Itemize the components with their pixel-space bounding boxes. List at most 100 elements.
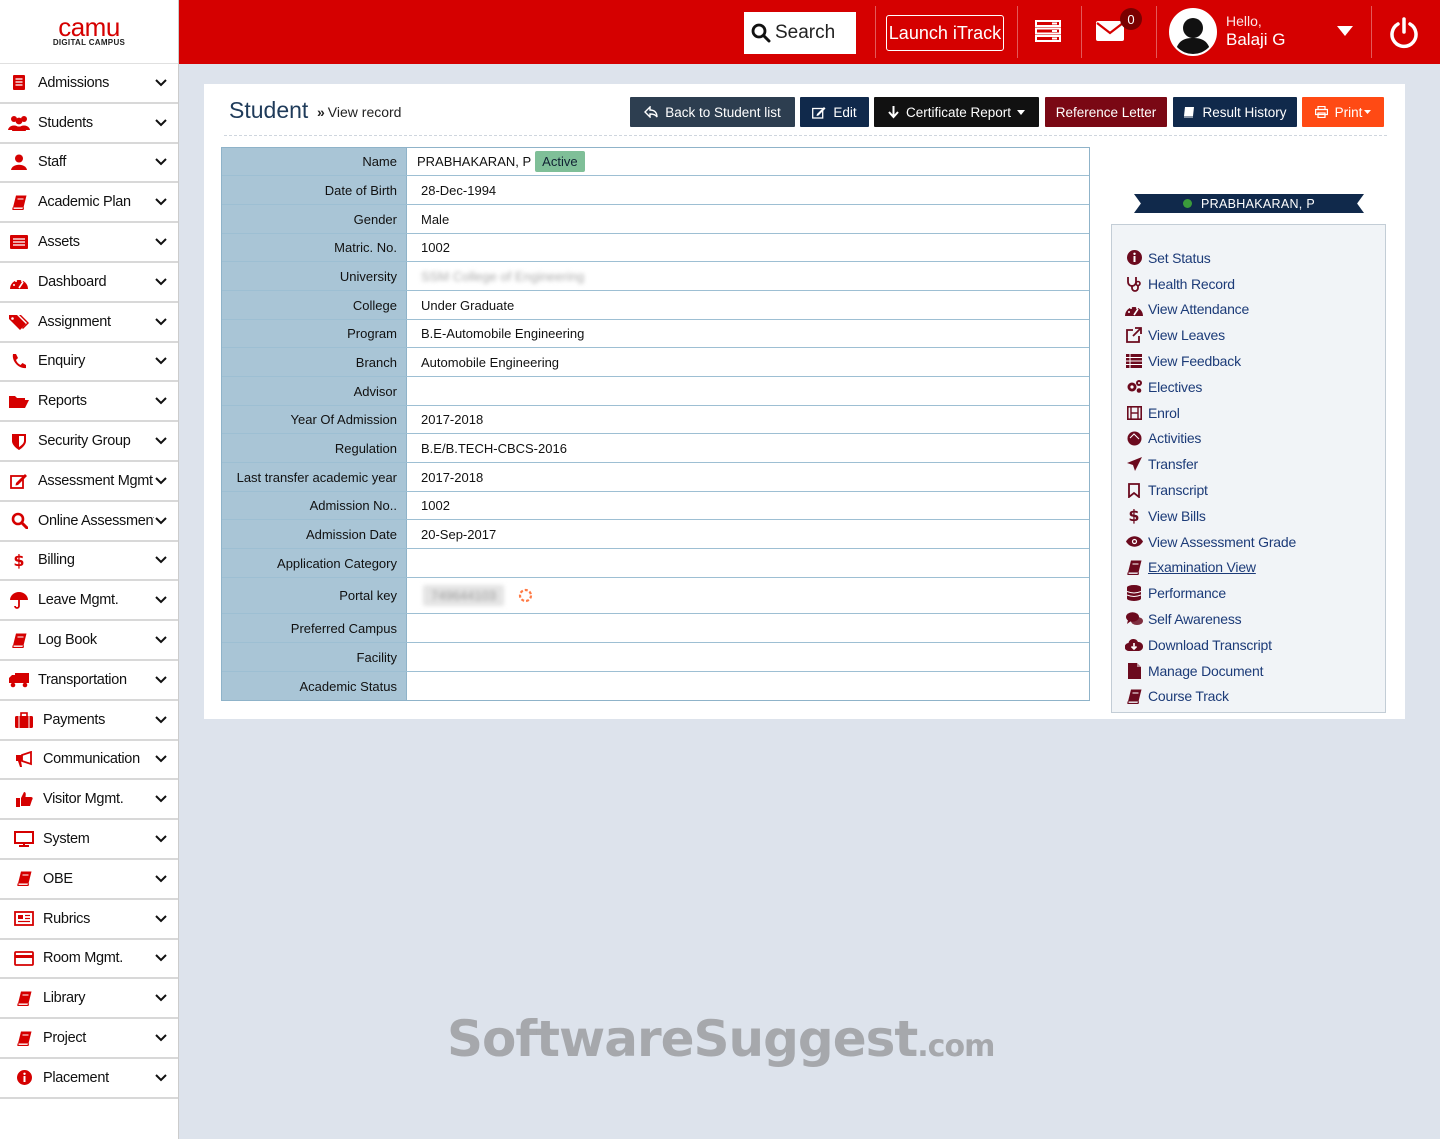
bookmark-icon xyxy=(1125,482,1143,498)
detail-label: Academic Status xyxy=(222,672,406,700)
sidebar-item-assignment[interactable]: Assignment xyxy=(0,302,178,343)
detail-row-facility: Facility xyxy=(222,643,1089,672)
sidebar-item-label: Leave Mgmt. xyxy=(38,592,119,609)
megaphone-icon xyxy=(13,750,35,768)
action-activities[interactable]: Activities xyxy=(1112,426,1385,452)
refresh-icon[interactable] xyxy=(518,588,533,603)
action-label: View Leaves xyxy=(1148,327,1225,344)
caret-down-icon[interactable] xyxy=(1336,24,1354,38)
action-download-transcript[interactable]: Download Transcript xyxy=(1112,632,1385,658)
action-manage-document[interactable]: Manage Document xyxy=(1112,658,1385,684)
sidebar-item-enquiry[interactable]: Enquiry xyxy=(0,342,178,383)
detail-value: PRABHAKARAN, P xyxy=(417,154,532,169)
sidebar-item-communication[interactable]: Communication xyxy=(0,740,178,781)
sidebar-item-academic-plan[interactable]: Academic Plan xyxy=(0,183,178,224)
camu-logo[interactable]: camu DIGITAL CAMPUS xyxy=(0,0,178,64)
folder-icon xyxy=(8,392,30,410)
book-icon xyxy=(1125,689,1143,704)
chevron-down-icon xyxy=(154,912,168,926)
action-performance[interactable]: Performance xyxy=(1112,580,1385,606)
detail-row-name: Name PRABHAKARAN, P Active xyxy=(222,148,1089,176)
detail-label: Preferred Campus xyxy=(222,614,406,642)
detail-value-cell: Automobile Engineering xyxy=(406,348,1089,376)
sidebar-item-label: Visitor Mgmt. xyxy=(43,791,124,808)
mail-icon[interactable] xyxy=(1096,20,1124,42)
sidebar-item-leave-mgmt[interactable]: Leave Mgmt. xyxy=(0,581,178,622)
action-transfer[interactable]: Transfer xyxy=(1112,451,1385,477)
chevron-down-icon xyxy=(154,155,168,169)
sidebar-item-system[interactable]: System xyxy=(0,820,178,860)
action-health-record[interactable]: Health Record xyxy=(1112,271,1385,297)
action-label: Manage Document xyxy=(1148,662,1264,679)
book-icon xyxy=(13,1029,35,1047)
detail-label: Name xyxy=(222,148,406,175)
detail-label: Application Category xyxy=(222,549,406,577)
sidebar-item-label: Billing xyxy=(38,552,75,569)
sidebar-item-project[interactable]: Project xyxy=(0,1019,178,1059)
action-course-track[interactable]: Course Track xyxy=(1112,684,1385,710)
sidebar-item-placement[interactable]: Placement xyxy=(0,1058,178,1099)
sidebar-item-room-mgmt[interactable]: Room Mgmt. xyxy=(0,939,178,980)
action-label: Self Awareness xyxy=(1148,611,1242,628)
action-self-awareness[interactable]: Self Awareness xyxy=(1112,606,1385,632)
action-set-status[interactable]: Set Status xyxy=(1112,245,1385,271)
action-label: Set Status xyxy=(1148,249,1211,266)
sidebar-item-reports[interactable]: Reports xyxy=(0,382,178,423)
action-view-assessment-grade[interactable]: View Assessment Grade xyxy=(1112,529,1385,555)
avatar[interactable] xyxy=(1169,8,1217,56)
phone-icon xyxy=(8,352,30,370)
sidebar-item-assessment-mgmt[interactable]: Assessment Mgmt. xyxy=(0,461,178,502)
newspaper-icon xyxy=(13,910,35,928)
sidebar-item-students[interactable]: Students xyxy=(0,103,178,144)
sidebar-item-library[interactable]: Library xyxy=(0,979,178,1020)
sidebar-item-admissions[interactable]: Admissions xyxy=(0,64,178,104)
action-view-bills[interactable]: $ View Bills xyxy=(1112,503,1385,529)
search-label: Search xyxy=(775,22,836,43)
truck-icon xyxy=(8,671,30,689)
action-view-attendance[interactable]: View Attendance xyxy=(1112,297,1385,323)
action-label: Transcript xyxy=(1148,482,1208,499)
dollar-icon: $ xyxy=(8,551,30,569)
sidebar-item-transportation[interactable]: Transportation xyxy=(0,660,178,701)
book-icon xyxy=(1125,560,1143,575)
action-view-feedback[interactable]: View Feedback xyxy=(1112,348,1385,374)
action-view-leaves[interactable]: View Leaves xyxy=(1112,322,1385,348)
detail-label: Date of Birth xyxy=(222,176,406,204)
reference-letter-button[interactable]: Reference Letter xyxy=(1045,97,1167,127)
user-name[interactable]: Balaji G xyxy=(1226,30,1286,50)
sidebar-item-log-book[interactable]: Log Book xyxy=(0,621,178,661)
content-panel: Student » View record Back to Student lis… xyxy=(204,84,1405,719)
sidebar: camu DIGITAL CAMPUS Admissions Students St… xyxy=(0,0,179,1139)
launch-itrack-button[interactable]: Launch iTrack xyxy=(886,15,1004,51)
page-subtitle: » View record xyxy=(317,104,401,120)
page-subtitle-text: View record xyxy=(327,104,402,120)
book-icon xyxy=(1183,106,1195,118)
sidebar-item-online-assessment[interactable]: Online Assessment xyxy=(0,501,178,542)
sidebar-item-staff[interactable]: Staff xyxy=(0,143,178,184)
sidebar-item-assets[interactable]: Assets xyxy=(0,223,178,263)
search-button[interactable]: Search xyxy=(744,12,856,54)
sidebar-item-billing[interactable]: $ Billing xyxy=(0,541,178,582)
certificate-report-button[interactable]: Certificate Report xyxy=(874,97,1039,127)
action-examination-view[interactable]: Examination View xyxy=(1112,555,1385,581)
print-button[interactable]: Print xyxy=(1302,97,1384,127)
detail-row-college: College Under Graduate xyxy=(222,291,1089,320)
sidebar-item-visitor-mgmt[interactable]: Visitor Mgmt. xyxy=(0,780,178,821)
detail-value-cell xyxy=(406,643,1089,671)
detail-value-cell: PRABHAKARAN, P Active xyxy=(406,148,1089,175)
back-to-student-list-button[interactable]: Back to Student list xyxy=(630,97,795,127)
server-icon[interactable] xyxy=(1035,18,1061,44)
action-transcript[interactable]: Transcript xyxy=(1112,477,1385,503)
action-electives[interactable]: Electives xyxy=(1112,374,1385,400)
result-history-button[interactable]: Result History xyxy=(1173,97,1297,127)
sidebar-item-payments[interactable]: Payments xyxy=(0,700,178,741)
search-icon xyxy=(8,512,30,530)
sidebar-item-rubrics[interactable]: Rubrics xyxy=(0,899,178,940)
action-enrol[interactable]: Enrol xyxy=(1112,400,1385,426)
mail-count-badge: 0 xyxy=(1120,8,1142,30)
sidebar-item-dashboard[interactable]: Dashboard xyxy=(0,262,178,303)
power-icon[interactable] xyxy=(1387,16,1421,50)
sidebar-item-obe[interactable]: OBE xyxy=(0,859,178,900)
edit-button[interactable]: Edit xyxy=(800,97,869,127)
sidebar-item-security-group[interactable]: Security Group xyxy=(0,422,178,462)
